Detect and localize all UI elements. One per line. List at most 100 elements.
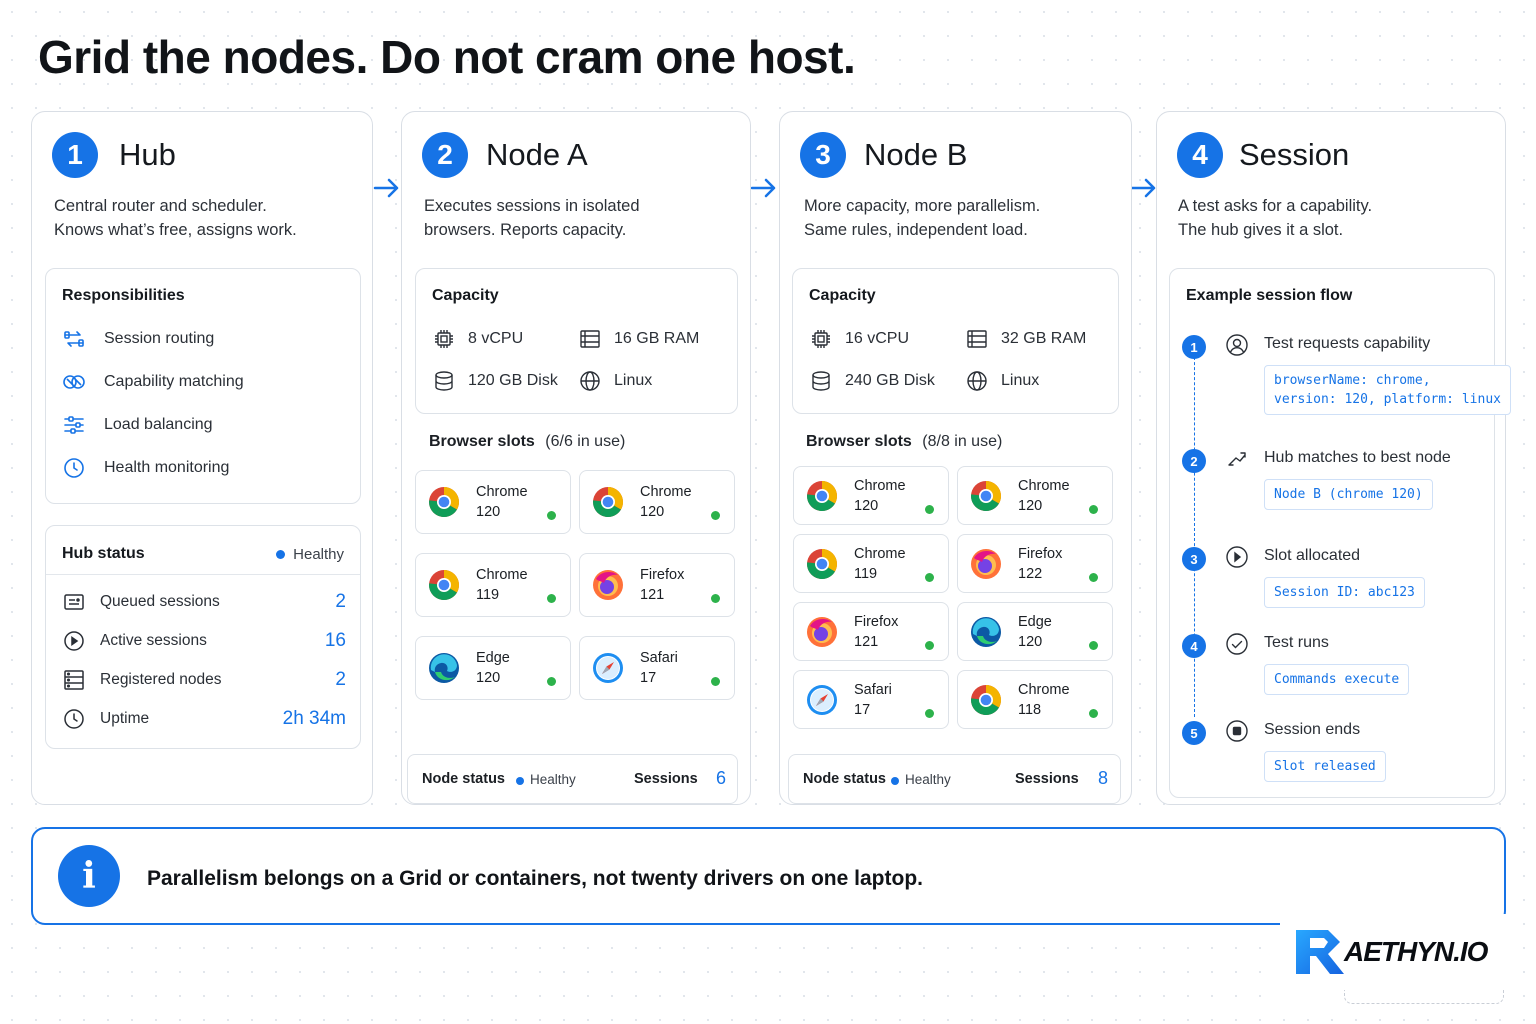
disk-icon: [432, 369, 456, 393]
status-badge: Healthy: [276, 546, 344, 563]
flow-step-number: 4: [1182, 634, 1206, 658]
cpu-icon: [432, 327, 456, 351]
capacity-title: Capacity: [809, 287, 876, 304]
browser-name: Chrome: [476, 484, 528, 500]
browser-name: Chrome: [640, 484, 692, 500]
browser-name: Safari: [640, 650, 678, 666]
slot-active-dot: [711, 511, 720, 520]
browser-version: 17: [640, 670, 657, 686]
safari-logo-icon: [592, 652, 624, 684]
stat-value: 16: [324, 630, 346, 651]
session-description: A test asks for a capability. The hub giv…: [1178, 197, 1373, 239]
browser-name: Edge: [476, 650, 510, 666]
responsibility-item: Capability matching: [62, 370, 244, 394]
responsibility-item: Health monitoring: [62, 456, 229, 480]
hub-title: Hub: [119, 137, 176, 172]
health-dot: [891, 777, 899, 785]
browser-slot: Chrome 120: [957, 466, 1113, 525]
browser-name: Chrome: [1018, 682, 1070, 698]
browser-name: Firefox: [640, 567, 685, 583]
slot-active-dot: [547, 594, 556, 603]
responsibility-item: Session routing: [62, 327, 214, 351]
clock-icon: [62, 707, 86, 731]
capacity-item: 32 GB RAM: [965, 327, 1086, 351]
slot-active-dot: [547, 511, 556, 520]
browser-slot: Firefox 121: [793, 602, 949, 661]
chrome-logo-icon: [806, 548, 838, 580]
hub-stat-row: Registered nodes 2: [62, 668, 346, 692]
browser-name: Chrome: [476, 567, 528, 583]
browser-version: 118: [1018, 702, 1042, 718]
stop-icon: [1225, 719, 1249, 743]
queue-icon: [62, 590, 86, 614]
flow-step-number: 2: [1182, 449, 1206, 473]
edge-logo-icon: [428, 652, 460, 684]
check-icon: [1225, 632, 1249, 656]
flow-connector: [1194, 347, 1195, 717]
browser-version: 121: [640, 587, 665, 603]
browser-version: 120: [1018, 498, 1043, 514]
flow-title: Example session flow: [1186, 287, 1353, 304]
responsibility-item: Load balancing: [62, 413, 213, 437]
step-number-badge: 4: [1177, 132, 1223, 178]
server-icon: [62, 668, 86, 692]
browser-slot: Firefox 121: [579, 553, 735, 617]
page-title: Grid the nodes. Do not cram one host.: [38, 31, 856, 83]
browser-slot: Chrome 119: [793, 534, 949, 593]
flow-step-number: 3: [1182, 547, 1206, 571]
chrome-logo-icon: [970, 684, 1002, 716]
node-b-title: Node B: [864, 137, 968, 172]
browser-version: 120: [640, 504, 665, 520]
session-flow-card: Example session flow 1 Test requests cap…: [1169, 268, 1511, 798]
disk-icon: [809, 369, 833, 393]
browser-name: Safari: [854, 682, 892, 698]
browser-name: Firefox: [1018, 546, 1063, 562]
node-a-description: Executes sessions in isolated browsers. R…: [424, 197, 640, 239]
capability-icon: [62, 370, 86, 394]
divider: [1344, 990, 1504, 1004]
node-a-title: Node A: [486, 137, 588, 172]
firefox-logo-icon: [592, 569, 624, 601]
slot-active-dot: [1089, 641, 1098, 650]
step-number-badge: 1: [52, 132, 98, 178]
flow-step-number: 1: [1182, 335, 1206, 359]
step-number-badge: 2: [422, 132, 468, 178]
browser-version: 120: [854, 498, 879, 514]
browser-version: 119: [476, 587, 500, 603]
info-text: Parallelism belongs on a Grid or contain…: [147, 867, 923, 890]
firefox-logo-icon: [970, 548, 1002, 580]
browser-version: 120: [476, 504, 501, 520]
stat-value: 2: [335, 591, 346, 612]
capacity-card: Capacity 16 vCPU 32 GB RAM 240 GB Disk L…: [792, 268, 1119, 414]
node-b-panel: 3 Node B More capacity, more parallelism…: [779, 111, 1132, 805]
chrome-logo-icon: [428, 486, 460, 518]
chrome-logo-icon: [428, 569, 460, 601]
responsibilities-title: Responsibilities: [62, 287, 185, 304]
chrome-logo-icon: [970, 480, 1002, 512]
safari-logo-icon: [806, 684, 838, 716]
slot-active-dot: [547, 677, 556, 686]
browser-slot: Chrome 120: [579, 470, 735, 534]
ram-icon: [965, 327, 989, 351]
browser-name: Firefox: [854, 614, 899, 630]
flow-step-label: Session ends: [1264, 721, 1361, 738]
node-b-description: More capacity, more parallelism. Same rul…: [804, 197, 1041, 239]
health-dot: [276, 550, 286, 559]
browser-slot: Edge 120: [957, 602, 1113, 661]
stat-value: 2h 34m: [282, 708, 346, 729]
flow-step-code: Slot released: [1264, 751, 1386, 782]
flow-step-code: Commands execute: [1264, 664, 1410, 695]
node-a-panel: 2 Node A Executes sessions in isolated br…: [401, 111, 751, 805]
edge-logo-icon: [970, 616, 1002, 648]
capacity-title: Capacity: [432, 287, 499, 304]
step-number-badge: 3: [800, 132, 846, 178]
slot-active-dot: [711, 594, 720, 603]
browser-slot: Edge 120: [415, 636, 571, 700]
browser-slot: Safari 17: [579, 636, 735, 700]
browser-version: 120: [1018, 634, 1043, 650]
brand-mark-icon: [1296, 930, 1344, 974]
node-status-bar: Node status Healthy Sessions 8: [788, 754, 1121, 804]
brand-logo: AETHYN.IO: [1280, 914, 1506, 1006]
browser-version: 119: [854, 566, 878, 582]
slot-active-dot: [925, 505, 934, 514]
